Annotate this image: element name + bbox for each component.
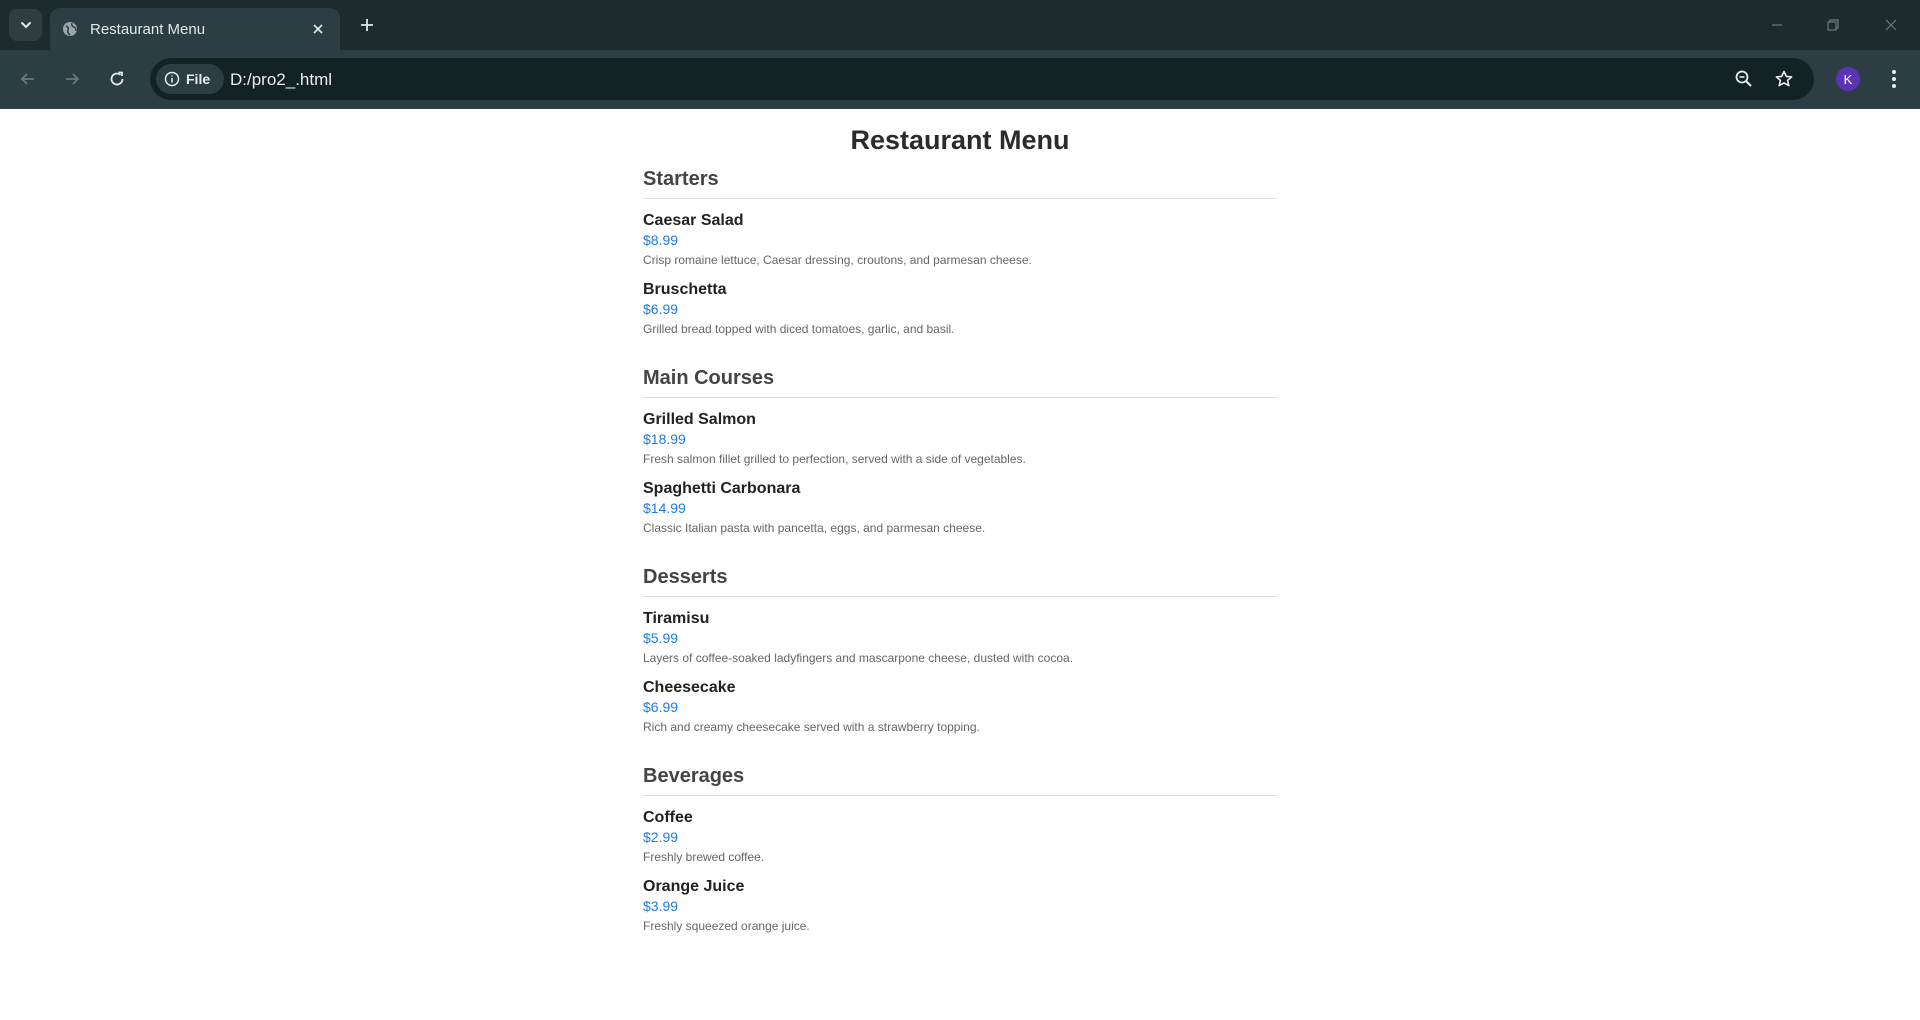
menu-item: Grilled Salmon $18.99 Fresh salmon fille…	[643, 410, 1277, 469]
more-vert-icon	[1892, 70, 1896, 88]
item-description: Freshly squeezed orange juice.	[643, 919, 810, 933]
menu-item: Tiramisu $5.99 Layers of coffee-soaked l…	[643, 609, 1277, 668]
section-title: Starters	[643, 166, 1277, 199]
item-name: Spaghetti Carbonara	[643, 480, 801, 497]
item-name: Bruschetta	[643, 281, 727, 298]
menu-section-main-courses: Main Courses Grilled Salmon $18.99 Fresh…	[643, 365, 1277, 554]
star-icon	[1775, 70, 1793, 87]
item-name: Coffee	[643, 809, 693, 826]
item-price: $6.99	[643, 699, 679, 715]
menu-item: Spaghetti Carbonara $14.99 Classic Itali…	[643, 479, 1277, 538]
section-title: Beverages	[643, 763, 1277, 796]
active-tab[interactable]: Restaurant Menu	[50, 8, 340, 50]
restaurant-menu: Restaurant Menu Starters Caesar Salad $8…	[643, 109, 1277, 952]
forward-button[interactable]	[58, 65, 86, 93]
zoom-button[interactable]	[1733, 68, 1755, 90]
info-icon	[164, 71, 180, 87]
page-content: Restaurant Menu Starters Caesar Salad $8…	[0, 109, 1920, 1020]
item-price: $6.99	[643, 301, 679, 317]
page-title: Restaurant Menu	[850, 125, 1070, 155]
chevron-down-icon	[20, 22, 31, 29]
menu-item: Coffee $2.99 Freshly brewed coffee.	[643, 808, 1277, 867]
menu-section-desserts: Desserts Tiramisu $5.99 Layers of coffee…	[643, 564, 1277, 753]
reload-button[interactable]	[103, 65, 131, 93]
item-price: $14.99	[643, 500, 686, 516]
globe-icon	[62, 21, 78, 37]
address-bar[interactable]: File D:/pro2_.html	[150, 58, 1814, 100]
arrow-left-icon	[20, 73, 34, 85]
profile-avatar[interactable]: K	[1836, 67, 1860, 91]
item-name: Cheesecake	[643, 679, 736, 696]
restore-button[interactable]	[1821, 14, 1845, 36]
item-description: Freshly brewed coffee.	[643, 850, 765, 864]
item-price: $18.99	[643, 431, 686, 447]
close-tab-icon[interactable]	[308, 19, 328, 39]
section-title: Main Courses	[643, 365, 1277, 398]
restore-icon	[1827, 19, 1839, 31]
menu-item: Bruschetta $6.99 Grilled bread topped wi…	[643, 280, 1277, 339]
site-chip-label: File	[186, 71, 211, 87]
menu-item: Orange Juice $3.99 Freshly squeezed oran…	[643, 877, 1277, 936]
menu-item: Caesar Salad $8.99 Crisp romaine lettuce…	[643, 211, 1277, 270]
new-tab-button[interactable]	[355, 13, 379, 37]
close-window-button[interactable]	[1879, 14, 1903, 36]
menu-section-beverages: Beverages Coffee $2.99 Freshly brewed co…	[643, 763, 1277, 952]
tab-search-button[interactable]	[9, 9, 42, 41]
item-price: $2.99	[643, 829, 679, 845]
item-price: $5.99	[643, 630, 679, 646]
menu-section-starters: Starters Caesar Salad $8.99 Crisp romain…	[643, 166, 1277, 355]
item-name: Orange Juice	[643, 878, 745, 895]
item-name: Grilled Salmon	[643, 411, 756, 428]
minimize-icon	[1772, 24, 1782, 26]
item-description: Fresh salmon fillet grilled to perfectio…	[643, 452, 1026, 466]
zoom-out-icon	[1735, 70, 1752, 87]
tab-strip: Restaurant Menu	[0, 0, 1920, 50]
item-price: $3.99	[643, 898, 679, 914]
url-text[interactable]: D:/pro2_.html	[230, 70, 332, 90]
site-info-chip[interactable]: File	[156, 64, 224, 94]
browser-toolbar: File D:/pro2_.html K	[0, 50, 1920, 109]
section-title: Desserts	[643, 564, 1277, 597]
item-name: Caesar Salad	[643, 212, 744, 229]
reload-icon	[110, 71, 124, 86]
item-description: Rich and creamy cheesecake served with a…	[643, 720, 980, 734]
bookmark-button[interactable]	[1773, 68, 1795, 90]
item-description: Classic Italian pasta with pancetta, egg…	[643, 521, 986, 535]
item-description: Crisp romaine lettuce, Caesar dressing, …	[643, 253, 1032, 267]
plus-icon	[361, 19, 373, 31]
profile-initial: K	[1843, 71, 1853, 87]
close-icon	[1885, 19, 1897, 31]
item-description: Grilled bread topped with diced tomatoes…	[643, 322, 955, 336]
item-name: Tiramisu	[643, 610, 710, 627]
browser-menu-button[interactable]	[1882, 66, 1906, 92]
back-button[interactable]	[14, 65, 42, 93]
arrow-right-icon	[66, 73, 80, 85]
tab-title: Restaurant Menu	[90, 20, 206, 38]
minimize-button[interactable]	[1765, 14, 1789, 36]
menu-item: Cheesecake $6.99 Rich and creamy cheesec…	[643, 678, 1277, 737]
item-price: $8.99	[643, 232, 679, 248]
item-description: Layers of coffee-soaked ladyfingers and …	[643, 651, 1074, 665]
